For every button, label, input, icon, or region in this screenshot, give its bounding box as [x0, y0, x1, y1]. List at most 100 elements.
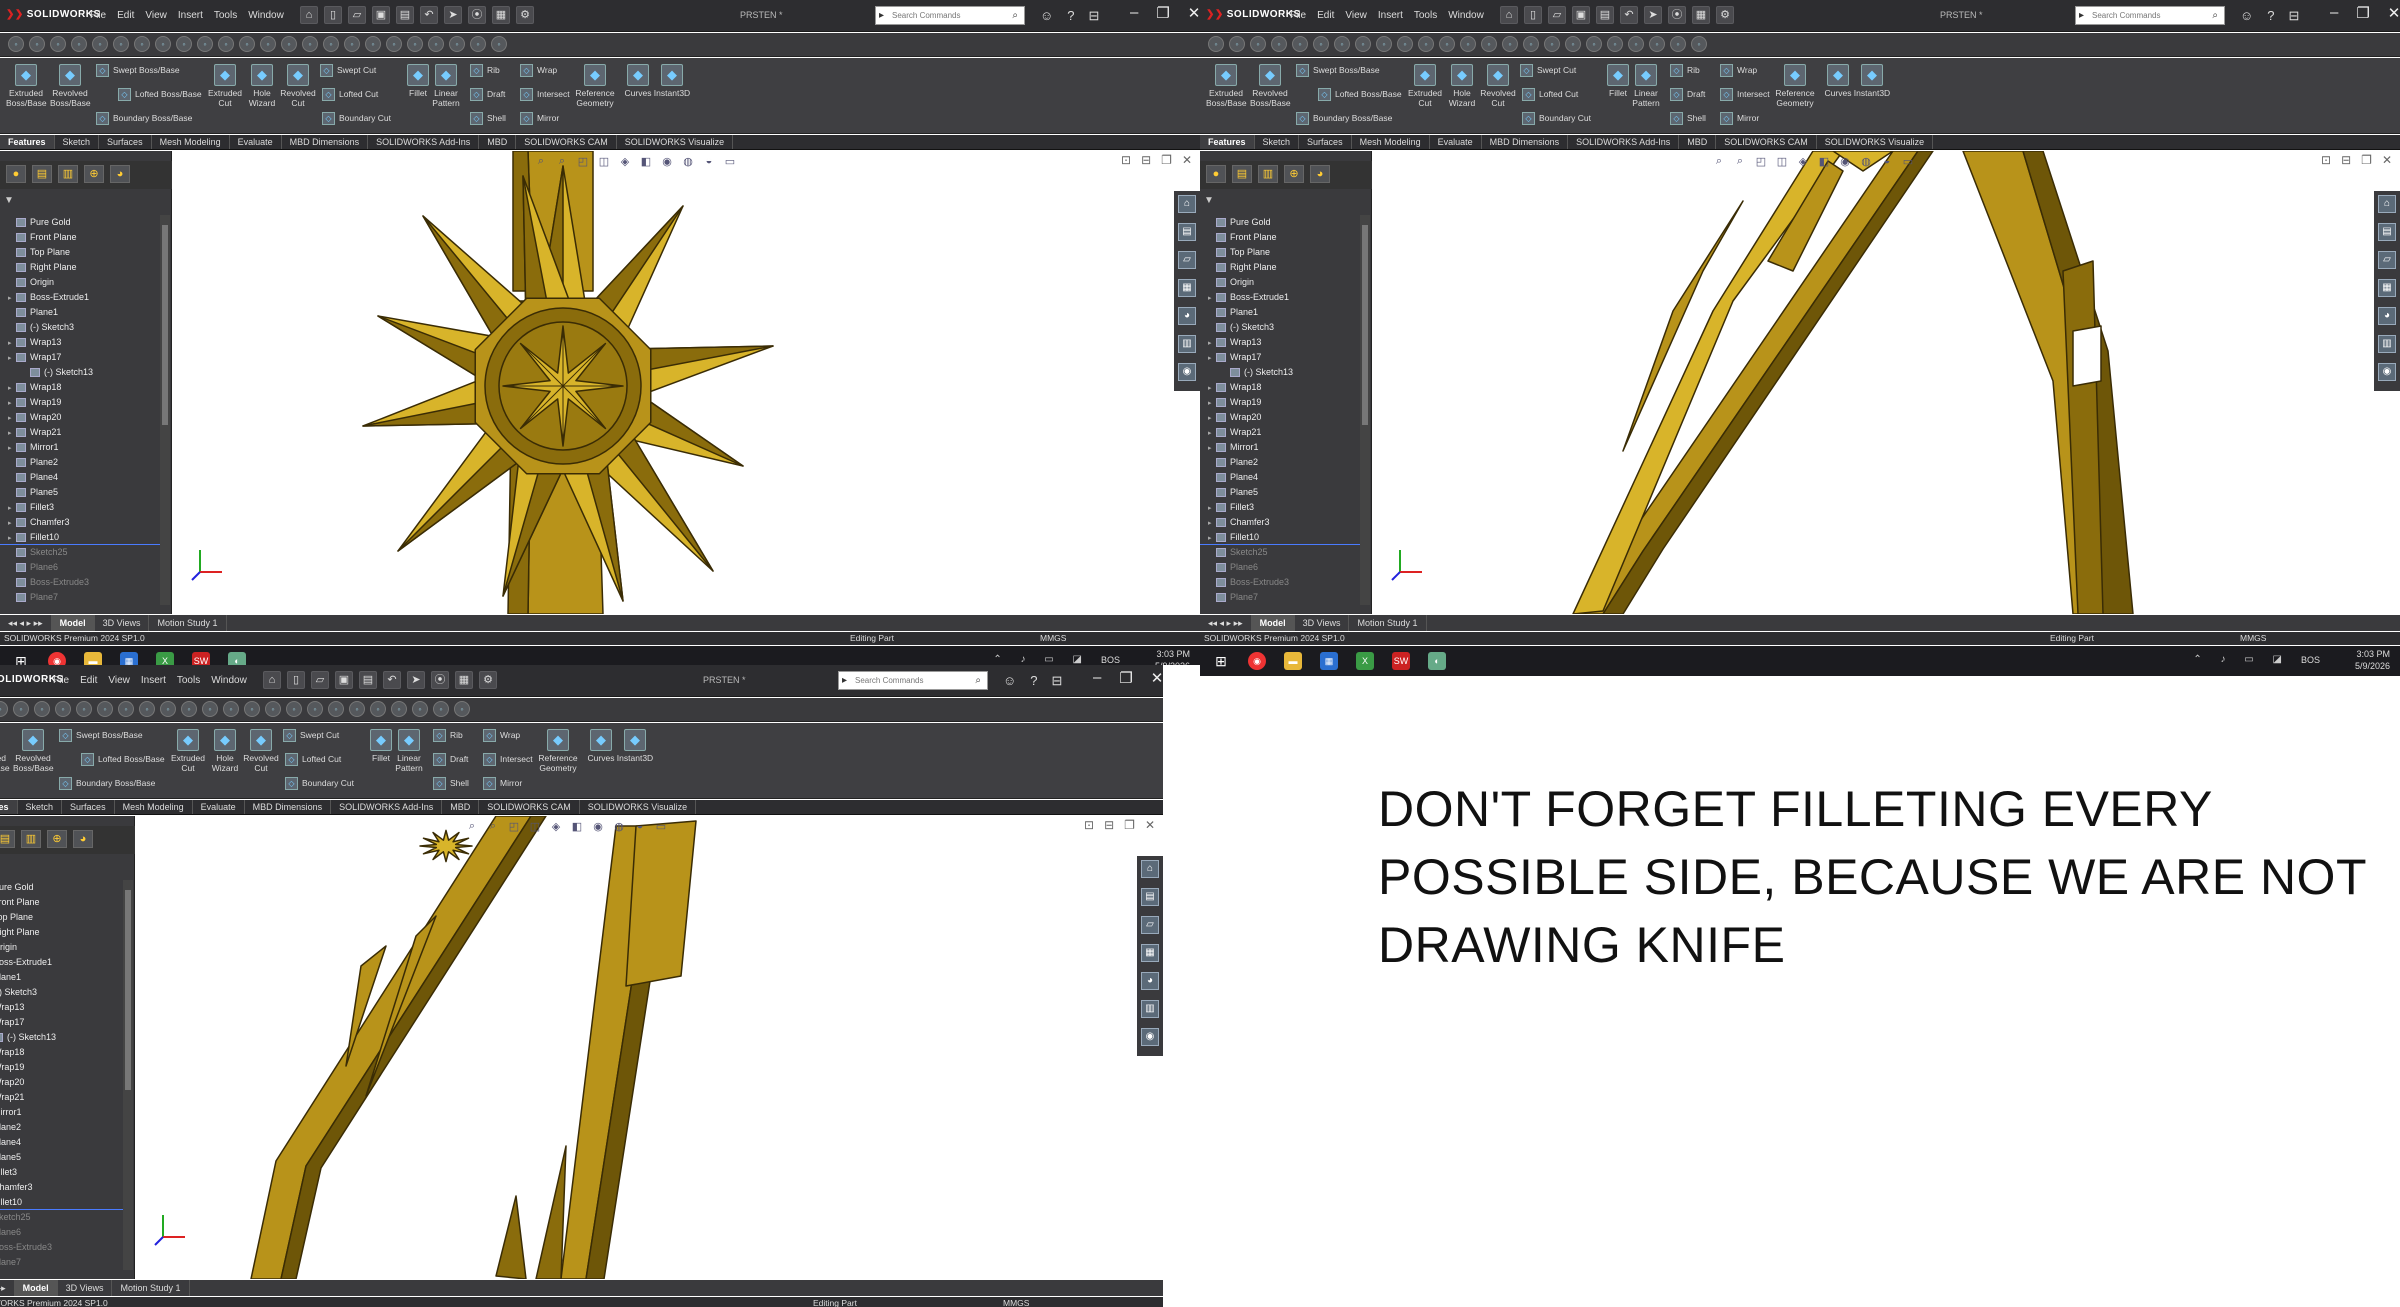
help-icon[interactable]: ?: [1030, 673, 1037, 689]
save-icon[interactable]: ▣: [372, 6, 390, 24]
custom-properties-icon[interactable]: ▥: [1141, 1000, 1159, 1018]
excel-icon[interactable]: X: [1356, 652, 1374, 670]
arc-icon[interactable]: ◦: [55, 701, 71, 717]
collapse-icon[interactable]: ⊟: [1089, 8, 1100, 24]
offset-icon[interactable]: ◦: [160, 701, 176, 717]
cancel-icon[interactable]: ◦: [412, 701, 428, 717]
tree-item[interactable]: ▸ Wrap21: [0, 425, 160, 440]
viewport-expand-icon[interactable]: ⊡: [1121, 153, 1131, 167]
swept-cut-button[interactable]: ◇ Swept Cut: [283, 729, 339, 742]
small-star-head[interactable]: [419, 829, 473, 863]
cancel-icon[interactable]: ◦: [1649, 36, 1665, 52]
reference-geometry-button[interactable]: ◆ Reference Geometry: [573, 64, 617, 108]
property-manager-icon[interactable]: ▤: [1232, 165, 1252, 183]
tab-surfaces[interactable]: Surfaces: [99, 135, 152, 149]
mirror-button[interactable]: ◇ Mirror: [483, 777, 522, 790]
expand-arrow-icon[interactable]: ▸: [1208, 501, 1216, 516]
property-manager-icon[interactable]: ▤: [32, 165, 52, 183]
search-commands-input[interactable]: ▸ Search Commands ⌕: [2075, 6, 2225, 25]
expand-arrow-icon[interactable]: ▸: [8, 411, 16, 426]
configuration-manager-icon[interactable]: ▥: [1258, 165, 1278, 183]
mirror-entities-icon[interactable]: ◦: [218, 36, 234, 52]
tree-item[interactable]: Front Plane: [0, 895, 123, 910]
solidworks-logo[interactable]: ❯❯SOLIDWORKS: [6, 9, 101, 20]
chrome-icon[interactable]: ◉: [48, 652, 66, 665]
tree-item[interactable]: Plane5: [0, 1150, 123, 1165]
arc-icon[interactable]: ◦: [1292, 36, 1308, 52]
zoom-to-fit-icon[interactable]: ⌕: [533, 155, 549, 169]
language-indicator[interactable]: BOS: [1101, 654, 1120, 665]
search-icon[interactable]: ⌕: [2212, 7, 2218, 24]
display-icon[interactable]: ◦: [1586, 36, 1602, 52]
tree-item[interactable]: ▸Mirror1: [0, 1105, 123, 1120]
tab-evaluate[interactable]: Evaluate: [193, 800, 245, 814]
line-icon[interactable]: ◦: [1250, 36, 1266, 52]
view-orientation-icon[interactable]: ◈: [1795, 155, 1811, 169]
viewport-close-icon[interactable]: ✕: [1182, 153, 1192, 167]
rib-button[interactable]: ◇ Rib: [470, 64, 500, 77]
smart-dimension-icon[interactable]: ◦: [1229, 36, 1245, 52]
section-view-icon[interactable]: ◫: [596, 155, 612, 169]
intersect-button[interactable]: ◇ Intersect: [1720, 88, 1770, 101]
home-icon[interactable]: ⌂: [1500, 6, 1518, 24]
revolve-button[interactable]: ◆ Revolved Boss/Base: [13, 729, 54, 773]
menu-file[interactable]: File: [90, 10, 106, 21]
system-clock[interactable]: BOS 3:03 PM 5/9/2026: [1101, 648, 1190, 665]
file-explorer-taskbar-icon[interactable]: ▬: [84, 652, 102, 665]
model-view[interactable]: [173, 151, 1200, 614]
tree-item[interactable]: Plane1: [0, 305, 160, 320]
solidworks-resources-icon[interactable]: ⌂: [1141, 860, 1159, 878]
solidworks-taskbar-icon[interactable]: SW: [1392, 652, 1410, 670]
zoom-to-fit-icon[interactable]: ⌕: [464, 820, 480, 834]
extruded-cut-button[interactable]: ◆ Extruded Cut: [205, 64, 245, 108]
menu-insert[interactable]: Insert: [1378, 10, 1403, 21]
tree-item[interactable]: Plane1: [1200, 305, 1360, 320]
wrap-button[interactable]: ◇ Wrap: [483, 729, 520, 742]
tree-item[interactable]: ▸ Wrap20: [0, 410, 160, 425]
display-style-icon[interactable]: ◧: [1816, 155, 1832, 169]
save-icon[interactable]: ▣: [1572, 6, 1590, 24]
bottom-tab-motion-study-1[interactable]: Motion Study 1: [1349, 615, 1427, 631]
boundary-cut-button[interactable]: ◇ Boundary Cut: [322, 112, 391, 125]
expand-arrow-icon[interactable]: ▸: [1208, 336, 1216, 351]
tree-item[interactable]: Front Plane: [0, 230, 160, 245]
collapse-icon[interactable]: ⊟: [1052, 673, 1063, 689]
design-library-icon[interactable]: ▤: [2378, 223, 2396, 241]
tree-item[interactable]: ▸ Fillet3: [1200, 500, 1360, 515]
tab-features[interactable]: Features: [1200, 135, 1255, 149]
forum-icon[interactable]: ◉: [2378, 363, 2396, 381]
view-settings-icon[interactable]: ▭: [722, 155, 738, 169]
offset-icon[interactable]: ◦: [1397, 36, 1413, 52]
shaded-sketch-icon[interactable]: ◦: [365, 36, 381, 52]
help-icon[interactable]: ?: [2267, 8, 2274, 24]
tree-item[interactable]: ▸Fillet10: [0, 1195, 123, 1210]
status-units[interactable]: MMGS: [1040, 632, 1066, 645]
select-cursor-icon[interactable]: ➤: [1644, 6, 1662, 24]
sketch-icon[interactable]: ◦: [8, 36, 24, 52]
tree-item[interactable]: (-) Sketch13: [0, 365, 160, 380]
dimxpert-icon[interactable]: ⊕: [1284, 165, 1304, 183]
user-icon[interactable]: ☺: [1003, 673, 1016, 689]
menu-tools[interactable]: Tools: [1414, 10, 1437, 21]
check-icon[interactable]: ◦: [391, 701, 407, 717]
scene-icon[interactable]: ◒: [701, 155, 717, 169]
menu-window[interactable]: Window: [211, 675, 247, 686]
display-manager-icon[interactable]: ◕: [73, 830, 93, 848]
bottom-tab-3d-views[interactable]: 3D Views: [95, 615, 150, 631]
open-icon[interactable]: ▱: [311, 671, 329, 689]
tab-mbd[interactable]: MBD: [1679, 135, 1717, 149]
ring-band-edge[interactable]: [280, 816, 547, 1279]
graphics-viewport[interactable]: ⌕ ⌕ ◰ ◫ ◈ ◧ ◉ ◍ ◒ ▭ ⊡ ⊟ ❐ ✕ ⌂ ▤ ▱ ▦ ◕ ▥ …: [136, 816, 1163, 1279]
tab-features[interactable]: Features: [0, 800, 18, 814]
restore-icon[interactable]: ❐: [2356, 4, 2369, 22]
solidworks-resources-icon[interactable]: ⌂: [2378, 195, 2396, 213]
options-gear-icon[interactable]: ⚙: [479, 671, 497, 689]
tree-item[interactable]: Plane4: [1200, 470, 1360, 485]
tree-item[interactable]: ▸Fillet10: [1200, 530, 1360, 545]
expand-arrow-icon[interactable]: ▸: [8, 351, 16, 366]
delete-icon[interactable]: ◦: [470, 36, 486, 52]
tree-item[interactable]: ▸Mirror1: [1200, 440, 1360, 455]
wrap-button[interactable]: ◇ Wrap: [520, 64, 557, 77]
tree-item[interactable]: Plane5: [0, 485, 160, 500]
tab-navigation-arrows[interactable]: ◂◂ ◂ ▸ ▸▸: [0, 615, 52, 631]
